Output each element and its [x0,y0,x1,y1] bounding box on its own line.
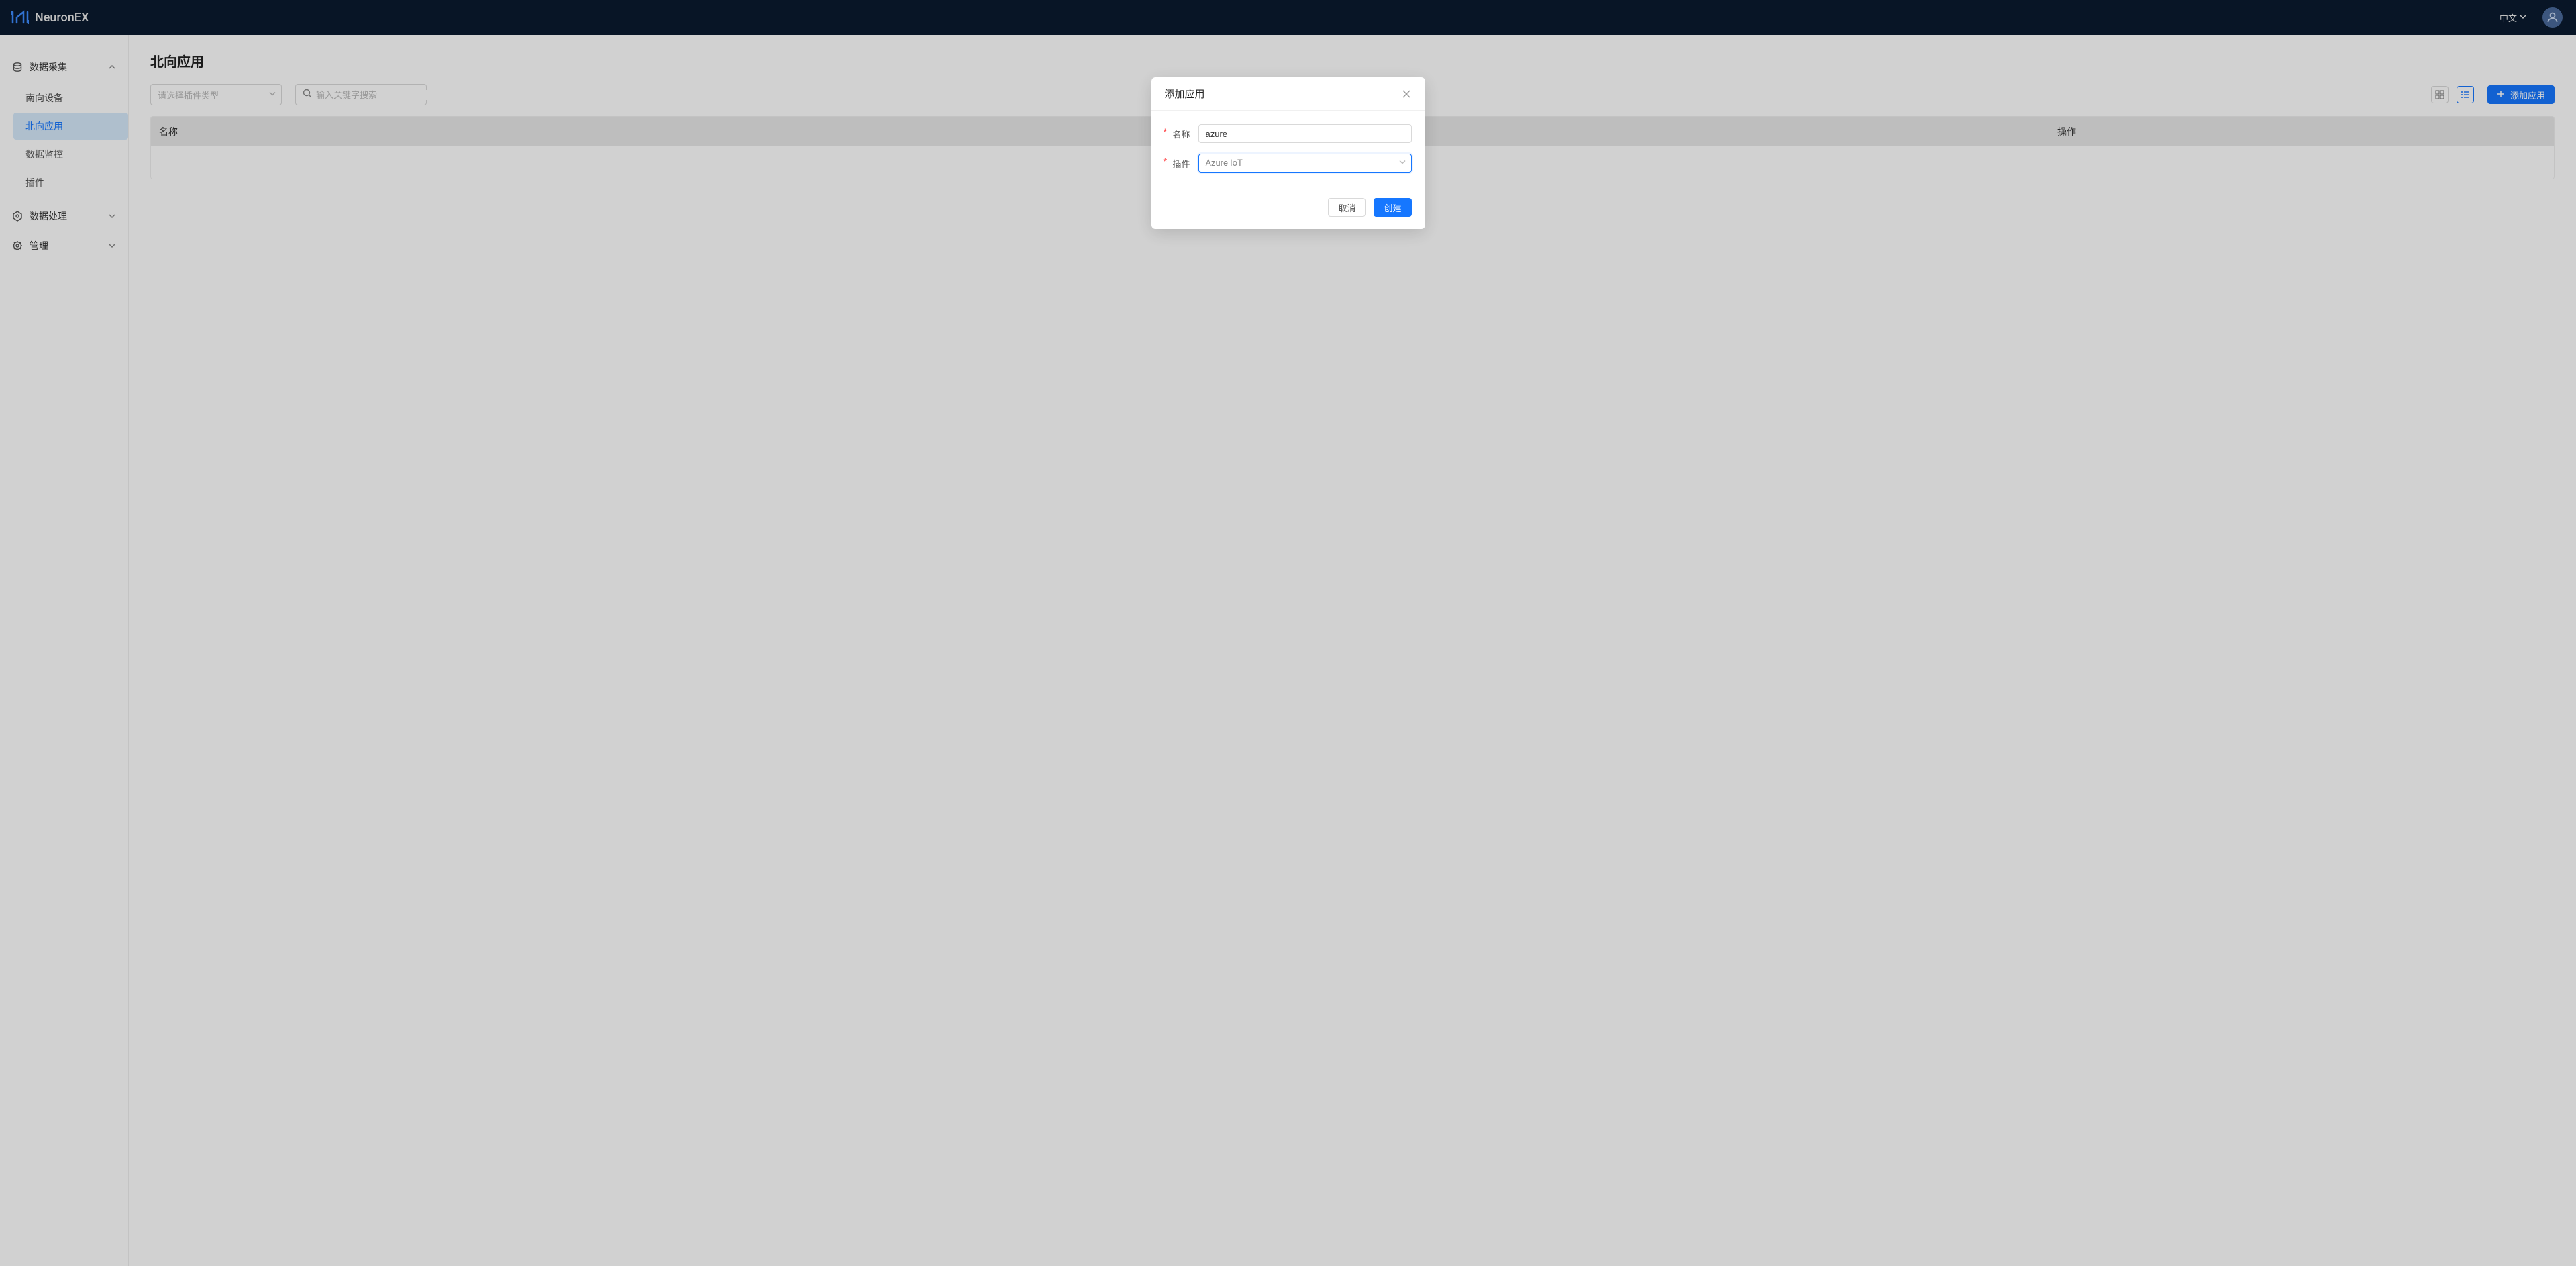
plugin-select[interactable]: Azure IoT [1198,154,1412,173]
modal-overlay[interactable]: 添加应用 * 名称 * 插件 [0,0,2576,1266]
chevron-down-icon [1399,158,1406,168]
close-icon [1402,89,1411,99]
modal-close-button[interactable] [1401,89,1412,99]
modal-title: 添加应用 [1165,87,1205,101]
name-input[interactable] [1198,124,1412,143]
create-button[interactable]: 创建 [1374,198,1411,217]
cancel-button[interactable]: 取消 [1328,198,1366,217]
name-field-label: * 名称 [1165,128,1198,140]
add-app-modal: 添加应用 * 名称 * 插件 [1151,77,1425,229]
plugin-select-value: Azure IoT [1206,158,1243,168]
plugin-field-label: * 插件 [1165,157,1198,170]
